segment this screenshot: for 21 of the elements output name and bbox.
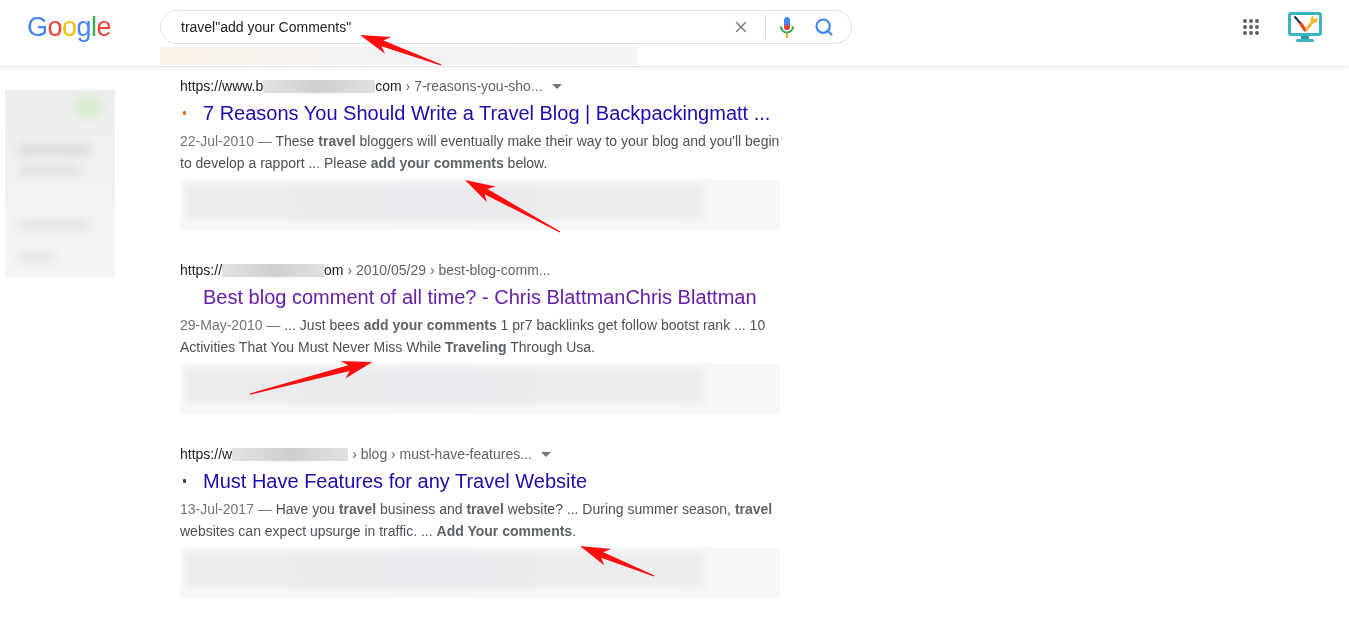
url-breadcrumb: com › 7-reasons-you-sho... — [375, 77, 543, 96]
url-text: https://w — [180, 445, 233, 464]
result-snippet: 29-May-2010 — ... Just bees add your comments 1 pr7 backlinks get follow bootst rank ... 10 Activities That You Must Never Miss While Traveling Through Usa. — [180, 316, 767, 357]
result-snippet: 22-Jul-2010 — These travel bloggers will eventually make their way to your blog and you'll begin to develop a rapport ... Please add your comments below. — [180, 132, 781, 173]
caret-icon[interactable] — [551, 83, 562, 89]
search-bar[interactable]: travel"add your Comments" — [160, 10, 852, 44]
url-text: https://www.b — [180, 77, 264, 96]
search-icon[interactable] — [814, 17, 834, 37]
monitor-tools-icon[interactable] — [1287, 11, 1323, 43]
url-breadcrumb: om › 2010/05/29 › best-blog-comm... — [324, 261, 551, 280]
result-snippet: 13-Jul-2017 — Have you travel business and travel website? ... During summer season, travel websites can expect upsurge in traffic. ... Add Your comments. — [180, 500, 774, 541]
result-title-link[interactable]: Must Have Features for any Travel Website — [203, 468, 588, 494]
url-breadcrumb: › blog › must-have-features... — [352, 445, 532, 464]
url-text: https:// — [180, 261, 223, 280]
microphone-icon[interactable] — [780, 16, 794, 38]
apps-grid-icon[interactable] — [1243, 19, 1259, 35]
search-input[interactable]: travel"add your Comments" — [181, 16, 729, 38]
result-title-link[interactable]: 7 Reasons You Should Write a Travel Blog | Backpackingmatt ... — [203, 100, 771, 126]
caret-icon[interactable] — [540, 451, 551, 457]
google-logo[interactable]: Google — [27, 11, 112, 43]
result-title-link[interactable]: Best blog comment of all time? - Chris BlattmanChris Blattman — [203, 284, 757, 310]
